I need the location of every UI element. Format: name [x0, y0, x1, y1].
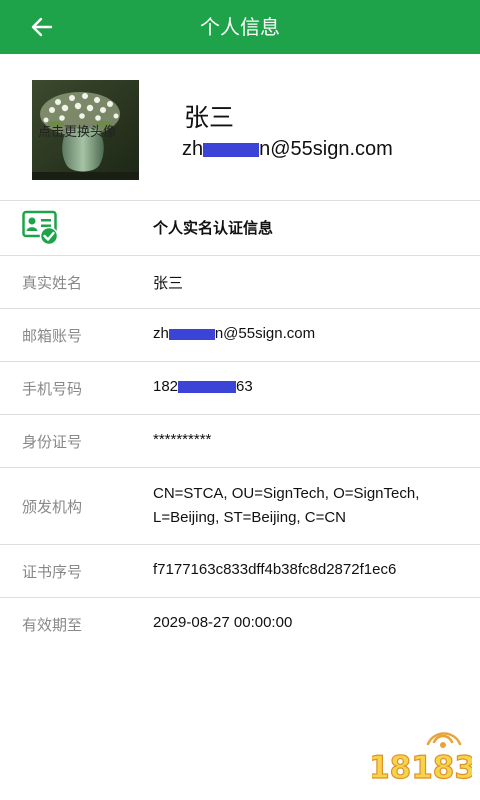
- info-row-validity: 有效期至 2029-08-27 00:00:00: [0, 598, 480, 650]
- row-value: CN=STCA, OU=SignTech, O=SignTech, L=Beij…: [153, 482, 458, 530]
- phone-prefix: 182: [153, 378, 179, 395]
- row-label: 颁发机构: [22, 498, 83, 516]
- certificate-check-icon: [22, 210, 59, 246]
- row-label: 证书序号: [22, 563, 83, 581]
- info-row-issuer: 颁发机构 CN=STCA, OU=SignTech, O=SignTech, L…: [0, 468, 480, 544]
- profile-name: 张三: [184, 103, 235, 132]
- email-prefix: zh: [182, 138, 204, 160]
- avatar-change-hint: 点击更换头像: [38, 125, 117, 140]
- row-label: 身份证号: [22, 433, 83, 451]
- info-row-phone: 手机号码 182 63: [0, 362, 480, 414]
- row-value: f7177163c833dff4b38fc8d2872f1ec6: [153, 561, 397, 578]
- row-label: 邮箱账号: [22, 327, 83, 345]
- row-label: 真实姓名: [22, 274, 83, 292]
- issuer-line-2: L=Beijing, ST=Beijing, C=CN: [153, 509, 347, 526]
- row-value: **********: [153, 431, 212, 448]
- info-row-email: 邮箱账号 zh n@55sign.com: [0, 309, 480, 361]
- section-title: 个人实名认证信息: [153, 219, 274, 237]
- profile-card: 点击更换头像 张三 zh n@55sign.com: [0, 54, 480, 200]
- issuer-line-1: CN=STCA, OU=SignTech, O=SignTech,: [153, 485, 420, 502]
- info-row-id-number: 身份证号 **********: [0, 415, 480, 467]
- profile-email: zh n@55sign.com: [182, 138, 393, 161]
- redaction-block: [168, 328, 215, 340]
- row-value: 张三: [153, 274, 184, 292]
- email-suffix: n@55sign.com: [214, 325, 316, 342]
- email-prefix: zh: [153, 325, 169, 342]
- email-suffix: n@55sign.com: [259, 138, 393, 160]
- watermark-text: 18183: [372, 750, 472, 786]
- row-label: 手机号码: [22, 380, 83, 398]
- info-row-serial: 证书序号 f7177163c833dff4b38fc8d2872f1ec6: [0, 545, 480, 597]
- verification-section-header: 个人实名认证信息: [0, 201, 480, 256]
- row-value: 2029-08-27 00:00:00: [153, 614, 293, 631]
- row-value: zh n@55sign.com: [153, 325, 315, 342]
- watermark-logo: 18183: [372, 732, 472, 786]
- info-row-real-name: 真实姓名 张三: [0, 256, 480, 308]
- redaction-block: [178, 381, 237, 394]
- row-value: 182 63: [153, 378, 253, 395]
- phone-suffix: 63: [236, 378, 253, 395]
- row-label: 有效期至: [22, 616, 83, 634]
- redaction-block: [203, 142, 260, 157]
- page-title: 个人信息: [200, 15, 280, 39]
- avatar[interactable]: 点击更换头像: [32, 80, 139, 180]
- app-bar: 个人信息: [0, 0, 480, 54]
